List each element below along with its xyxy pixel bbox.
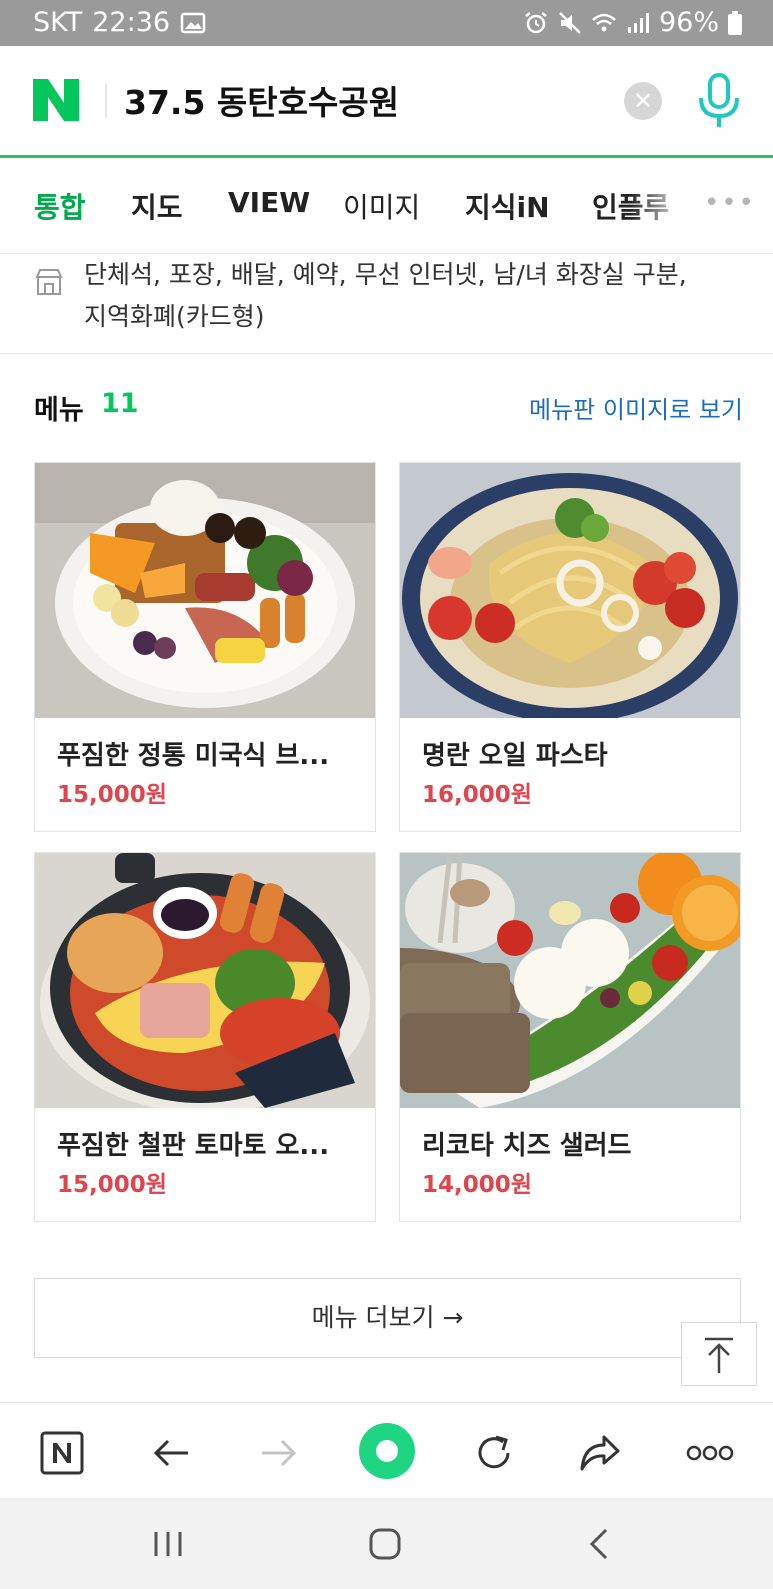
naver-home-icon[interactable] [40, 1431, 84, 1475]
menu-item-card[interactable]: 푸짐한 정통 미국식 브... 15,000원 [34, 462, 376, 832]
more-menu-button[interactable]: 메뉴 더보기 → [34, 1278, 741, 1358]
browser-toolbar [0, 1402, 773, 1498]
close-icon: ✕ [632, 87, 654, 115]
forward-arrow-icon[interactable] [256, 1431, 300, 1475]
tabs-fade [630, 158, 690, 253]
menu-item-name: 명란 오일 파스타 [422, 741, 608, 771]
signal-icon [627, 12, 649, 33]
battery-icon [728, 10, 742, 35]
nav-back-icon[interactable] [580, 1524, 620, 1564]
wifi-icon [592, 13, 616, 31]
amenities-line-2: 지역화폐(카드형) [84, 302, 265, 331]
menu-title: 메뉴 [34, 395, 84, 426]
mute-icon [559, 11, 581, 34]
image-icon [180, 12, 206, 33]
mentaiko-pasta-photo [400, 463, 740, 718]
microphone-icon[interactable] [694, 72, 744, 130]
menu-item-price: 15,000원 [57, 782, 167, 808]
more-options-icon[interactable] [686, 1431, 734, 1475]
clear-search-button[interactable]: ✕ [624, 82, 662, 120]
search-tabs: 통합 지도 VIEW 이미지 지식iN 인플루 ••• [0, 158, 773, 254]
tab-images[interactable]: 이미지 [343, 186, 420, 226]
more-tabs-icon[interactable]: ••• [704, 188, 756, 218]
carrier-label: SKT [33, 7, 83, 38]
menu-count: 11 [101, 388, 139, 419]
tab-knowledge-in[interactable]: 지식iN [465, 186, 550, 226]
menu-item-price: 14,000원 [422, 1172, 532, 1198]
menu-item-card[interactable]: 명란 오일 파스타 16,000원 [399, 462, 741, 832]
share-icon[interactable] [578, 1431, 622, 1475]
status-bar: SKT 22:36 96% [0, 0, 773, 46]
menu-item-card[interactable]: 리코타 치즈 샐러드 14,000원 [399, 852, 741, 1222]
naver-logo-icon[interactable] [33, 79, 79, 121]
battery-percent: 96% [658, 7, 719, 38]
menu-item-name: 리코타 치즈 샐러드 [422, 1131, 632, 1161]
clock: 22:36 [92, 7, 171, 38]
refresh-icon[interactable] [472, 1431, 516, 1475]
menu-item-card[interactable]: 푸짐한 철판 토마토 오... 15,000원 [34, 852, 376, 1222]
naver-green-dot-button[interactable] [359, 1423, 415, 1479]
menu-item-name: 푸짐한 정통 미국식 브... [57, 741, 330, 771]
recent-apps-icon[interactable] [148, 1524, 188, 1564]
search-input[interactable]: 37.5 동탄호수공원 [124, 76, 399, 124]
arrow-up-icon [705, 1337, 733, 1373]
tab-view[interactable]: VIEW [228, 186, 310, 219]
divider [105, 84, 107, 118]
menu-item-price: 16,000원 [422, 782, 532, 808]
alarm-icon [525, 11, 547, 33]
store-icon [35, 269, 63, 295]
menu-item-price: 15,000원 [57, 1172, 167, 1198]
android-nav-bar [0, 1498, 773, 1589]
amenities-line-1: 단체석, 포장, 배달, 예약, 무선 인터넷, 남/녀 화장실 구분, [84, 260, 687, 289]
amenities-section: 단체석, 포장, 배달, 예약, 무선 인터넷, 남/녀 화장실 구분, 지역화… [0, 254, 773, 354]
american-breakfast-photo [35, 463, 375, 718]
scroll-to-top-button[interactable] [681, 1322, 757, 1386]
back-arrow-icon[interactable] [150, 1431, 194, 1475]
home-icon[interactable] [365, 1524, 405, 1564]
tab-integrated[interactable]: 통합 [34, 186, 86, 226]
amenities-text: 단체석, 포장, 배달, 예약, 무선 인터넷, 남/녀 화장실 구분, 지역화… [84, 254, 744, 338]
tomato-skillet-photo [35, 853, 375, 1108]
menu-item-name: 푸짐한 철판 토마토 오... [57, 1131, 330, 1161]
search-header: 37.5 동탄호수공원 ✕ [0, 46, 773, 158]
ricotta-salad-photo [400, 853, 740, 1108]
menu-section: 메뉴 11 메뉴판 이미지로 보기 푸짐한 정통 미국식 브... 15,000… [0, 356, 773, 1396]
tab-map[interactable]: 지도 [131, 186, 183, 226]
menu-board-image-link[interactable]: 메뉴판 이미지로 보기 [529, 390, 743, 425]
